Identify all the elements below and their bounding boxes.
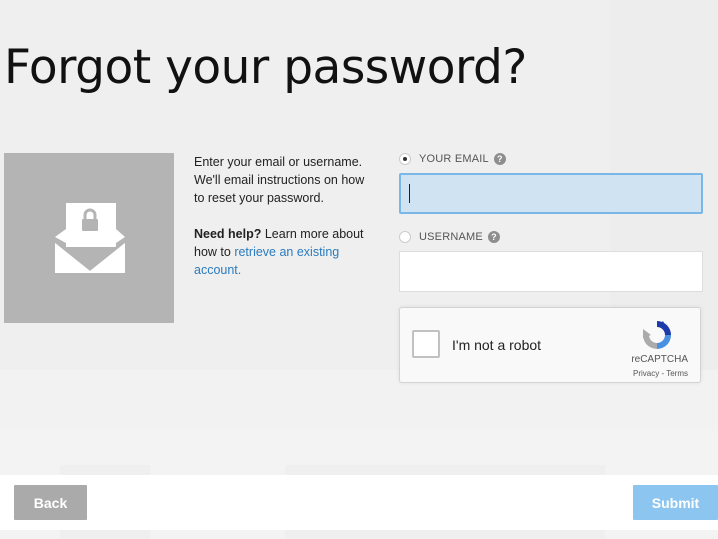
email-radio[interactable]: [399, 153, 411, 165]
help-bold: Need help?: [194, 227, 262, 241]
recaptcha-label: I'm not a robot: [452, 337, 542, 353]
recaptcha-widget: I'm not a robot reCAPTCHA Privacy - Term…: [399, 307, 701, 383]
email-input[interactable]: [399, 173, 703, 214]
recaptcha-brand: reCAPTCHA: [631, 354, 688, 365]
recaptcha-terms-link[interactable]: Privacy - Terms: [633, 369, 688, 378]
help-text: Need help? Learn more about how to retri…: [194, 225, 374, 279]
envelope-lock-icon: [4, 153, 174, 323]
page-title: Forgot your password?: [4, 40, 527, 95]
question-circle-icon[interactable]: ?: [487, 231, 500, 243]
username-radio[interactable]: [399, 231, 411, 243]
username-label: USERNAME: [419, 231, 483, 243]
instructions-panel: Enter your email or username. We'll emai…: [194, 153, 374, 297]
username-option[interactable]: USERNAME ?: [399, 231, 500, 243]
instructions-text: Enter your email or username. We'll emai…: [194, 155, 365, 205]
recaptcha-logo-icon: [640, 318, 674, 357]
email-option[interactable]: YOUR EMAIL ?: [399, 153, 506, 165]
email-label: YOUR EMAIL: [419, 153, 489, 165]
back-button[interactable]: Back: [14, 485, 87, 520]
submit-button[interactable]: Submit: [633, 485, 718, 520]
username-input[interactable]: [399, 251, 703, 292]
modal-footer: [0, 475, 718, 530]
recaptcha-checkbox[interactable]: [412, 330, 440, 358]
question-circle-icon[interactable]: ?: [493, 153, 506, 165]
text-caret: [409, 184, 410, 203]
